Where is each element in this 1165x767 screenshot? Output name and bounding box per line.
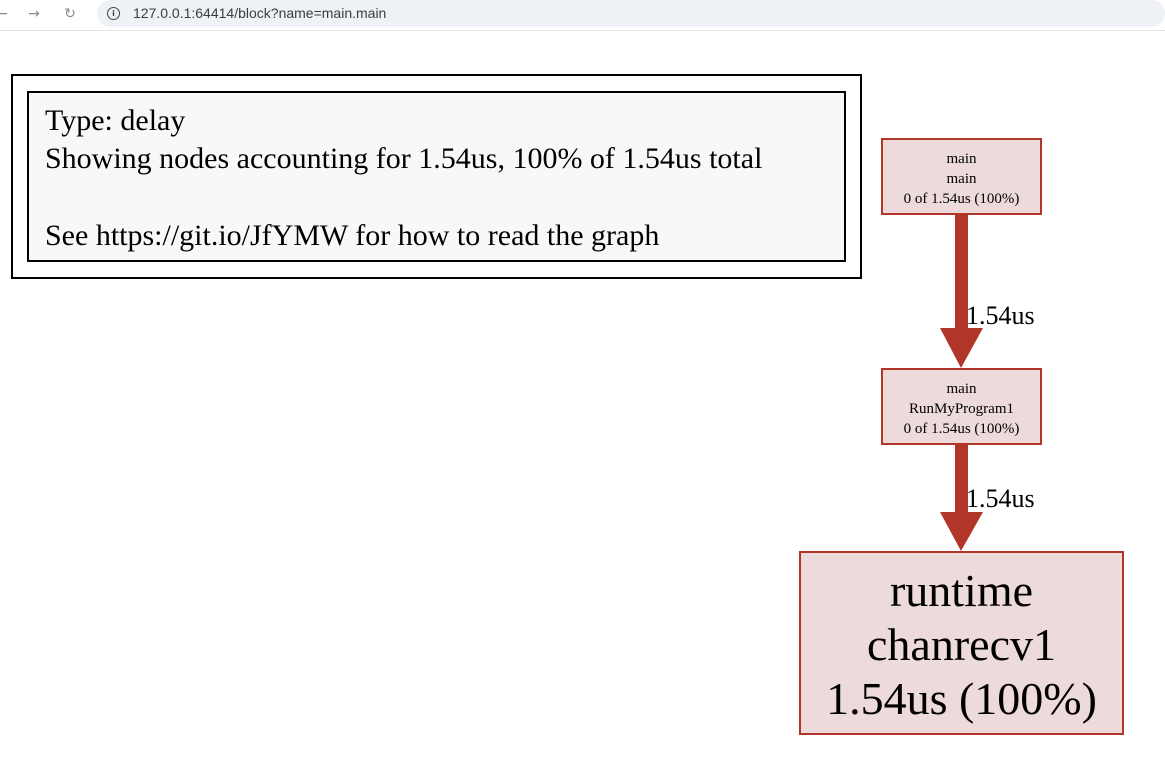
graph-node-main-runmyprogram1[interactable]: main RunMyProgram1 0 of 1.54us (100%) — [881, 368, 1042, 445]
reload-icon: ↻ — [64, 6, 76, 22]
edge-label-runmyprogram-to-chanrecv[interactable]: 1.54us — [966, 484, 1035, 514]
graph-node-main-main[interactable]: main main 0 of 1.54us (100%) — [881, 138, 1042, 215]
edge-1-arrowhead — [940, 328, 983, 368]
arrow-left-icon: ← — [0, 6, 8, 22]
node-function: RunMyProgram1 — [909, 401, 1014, 417]
url-text: 127.0.0.1:64414/block?name=main.main — [133, 5, 387, 21]
node-package: main — [946, 381, 977, 397]
node-package: main — [946, 151, 977, 167]
node-function: chanrecv1 — [867, 619, 1056, 670]
legend-panel: Type: delay Showing nodes accounting for… — [27, 91, 846, 262]
legend-help-link: See https://git.io/JfYMW for how to read… — [45, 219, 660, 252]
forward-button[interactable]: → — [24, 4, 44, 24]
node-function: main — [946, 171, 977, 187]
legend-box: Type: delay Showing nodes accounting for… — [11, 74, 862, 279]
node-cost: 0 of 1.54us (100%) — [903, 421, 1020, 437]
node-package: runtime — [889, 565, 1034, 616]
node-cost: 0 of 1.54us (100%) — [903, 191, 1020, 207]
node-cost: 1.54us (100%) — [826, 673, 1097, 724]
browser-toolbar: ← → ↻ i 127.0.0.1:64414/block?name=main.… — [0, 0, 1165, 31]
reload-button[interactable]: ↻ — [60, 4, 80, 24]
edge-2-arrowhead — [940, 512, 983, 551]
address-bar[interactable]: i 127.0.0.1:64414/block?name=main.main — [97, 0, 1165, 27]
edge-label-main-to-runmyprogram[interactable]: 1.54us — [966, 301, 1035, 331]
graph-node-runtime-chanrecv1[interactable]: runtime chanrecv1 1.54us (100%) — [799, 551, 1124, 735]
back-button[interactable]: ← — [0, 4, 12, 24]
arrow-right-icon: → — [28, 6, 40, 22]
legend-summary: Showing nodes accounting for 1.54us, 100… — [45, 142, 763, 175]
info-icon[interactable]: i — [107, 7, 120, 20]
legend-type: Type: delay — [45, 104, 186, 137]
